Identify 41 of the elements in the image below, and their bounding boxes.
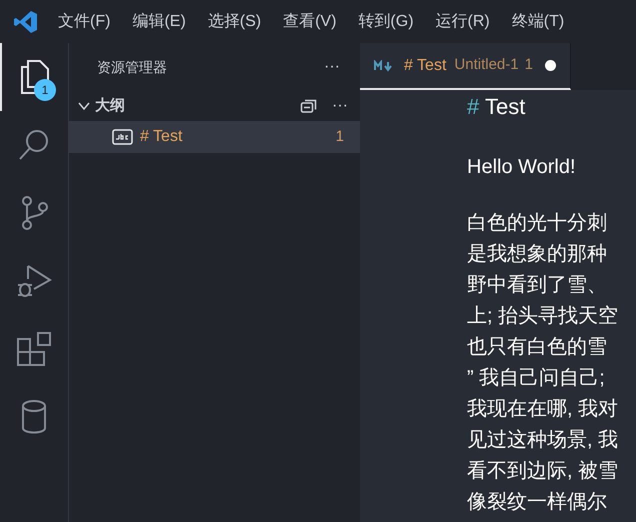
problem-count: 1 bbox=[524, 55, 533, 76]
text-line: 是我想象的那种 bbox=[467, 242, 608, 267]
editor-tab[interactable]: # Test Untitled-1 1 bbox=[360, 43, 571, 90]
search-icon bbox=[17, 128, 51, 162]
database-icon bbox=[20, 399, 48, 435]
section-title[interactable]: 大纲 bbox=[95, 94, 300, 118]
tab-title: # Test bbox=[404, 56, 446, 76]
text-symbol-icon bbox=[112, 129, 133, 145]
text-line: 像裂纹一样偶尔 bbox=[467, 490, 608, 515]
menu-item[interactable]: 文件(F) bbox=[58, 10, 110, 34]
text-line: 我现在在哪, 我对 bbox=[467, 397, 620, 422]
text-line: 见过这种场景, 我 bbox=[467, 428, 620, 453]
menu-item[interactable]: 选择(S) bbox=[208, 10, 262, 34]
menu-item[interactable]: 运行(R) bbox=[436, 10, 490, 34]
run-debug-icon bbox=[16, 263, 52, 299]
more-actions-button[interactable]: ··· bbox=[324, 55, 340, 79]
markdown-heading: # Test bbox=[467, 93, 526, 121]
sidebar-title: 资源管理器 bbox=[97, 58, 167, 76]
menu-item[interactable]: 转到(G) bbox=[358, 10, 414, 34]
menu-item[interactable]: 查看(V) bbox=[283, 10, 336, 34]
notification-badge: 1 bbox=[34, 79, 56, 101]
text-line: 看不到边际, 被雪 bbox=[467, 459, 620, 484]
text-line: 上; 抬头寻找天空 bbox=[467, 304, 620, 329]
menu-item[interactable]: 编辑(E) bbox=[132, 10, 186, 34]
outline-item[interactable]: # Test 1 bbox=[69, 121, 360, 153]
text-line: ” 我自己问自己; bbox=[467, 366, 606, 391]
more-actions-button[interactable]: ··· bbox=[332, 94, 348, 118]
files-icon bbox=[18, 59, 52, 95]
tab-description: Untitled-1 bbox=[454, 55, 519, 76]
app-logo-icon bbox=[14, 10, 38, 34]
text-line: 白色的光十分刺 bbox=[467, 211, 608, 236]
problem-count: 1 bbox=[336, 126, 344, 147]
extensions-icon bbox=[16, 331, 52, 367]
branch-icon bbox=[19, 195, 49, 231]
collapse-all-icon[interactable] bbox=[300, 98, 318, 114]
text-line: 野中看到了雪、 bbox=[467, 273, 608, 298]
outline-item-label: # Test bbox=[140, 127, 184, 147]
text-line: 也只有白色的雪 bbox=[467, 335, 608, 360]
paragraph-text: Hello World! bbox=[467, 155, 577, 180]
markdown-icon bbox=[374, 60, 394, 72]
menu-item[interactable]: 终端(T) bbox=[512, 10, 564, 34]
